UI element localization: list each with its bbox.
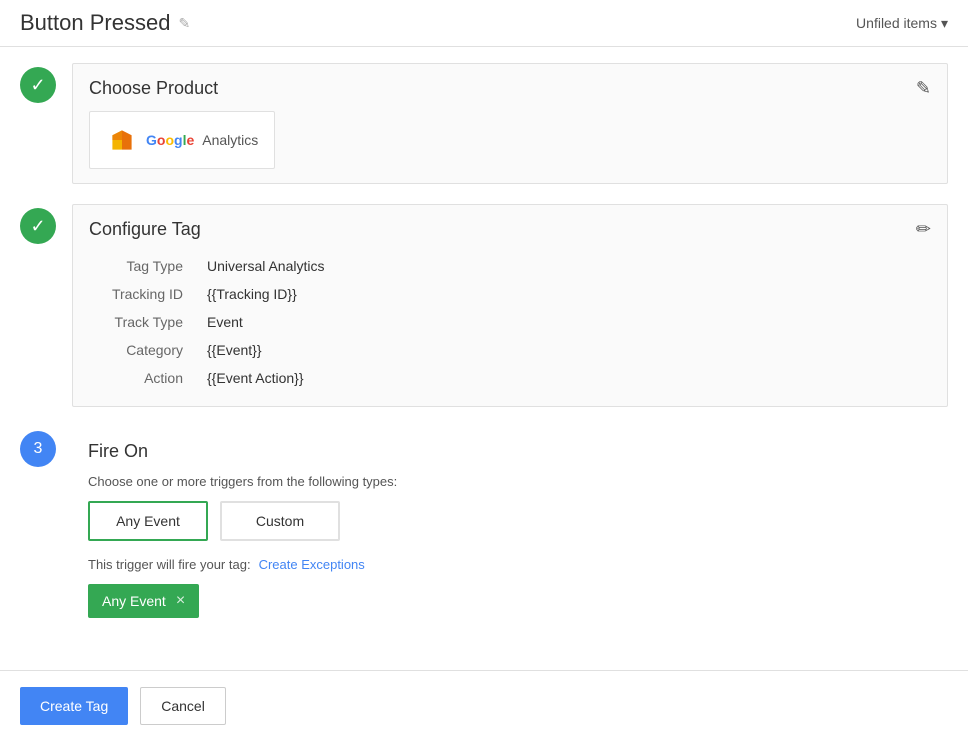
- ga-google-text: Google: [146, 132, 194, 148]
- any-event-trigger-button[interactable]: Any Event: [88, 501, 208, 541]
- footer-bar: Create Tag Cancel: [0, 670, 968, 741]
- cancel-button[interactable]: Cancel: [140, 687, 226, 725]
- unfiled-items-button[interactable]: Unfiled items ▾: [856, 15, 948, 32]
- ga-analytics-text: Analytics: [202, 132, 258, 148]
- field-label-track-type: Track Type: [89, 308, 199, 336]
- page-title: Button Pressed ✎: [20, 10, 190, 36]
- create-tag-button[interactable]: Create Tag: [20, 687, 128, 725]
- table-row: Action {{Event Action}}: [89, 364, 931, 392]
- create-exceptions-link[interactable]: Create Exceptions: [259, 557, 365, 572]
- step3-indicator: 3: [20, 431, 56, 467]
- unfiled-items-label: Unfiled items: [856, 15, 937, 31]
- configure-tag-section: ✓ Configure Tag ✏ Tag Type Universal Ana…: [20, 204, 948, 407]
- choose-product-edit-icon[interactable]: ✎: [916, 78, 931, 99]
- google-analytics-icon: [106, 124, 138, 156]
- step2-indicator: ✓: [20, 208, 56, 244]
- custom-trigger-button[interactable]: Custom: [220, 501, 340, 541]
- configure-tag-edit-icon[interactable]: ✏: [916, 219, 931, 240]
- choose-product-section: ✓ Choose Product ✎: [20, 63, 948, 184]
- field-value-tag-type: Universal Analytics: [199, 252, 931, 280]
- step1-indicator: ✓: [20, 67, 56, 103]
- step3-number: 3: [34, 440, 43, 458]
- table-row: Tracking ID {{Tracking ID}}: [89, 280, 931, 308]
- ga-logo: [106, 124, 138, 156]
- step2-checkmark: ✓: [30, 216, 45, 237]
- selected-trigger-badge: Any Event ×: [88, 584, 199, 618]
- google-analytics-product-box[interactable]: Google Analytics: [89, 111, 275, 169]
- field-value-category: {{Event}}: [199, 336, 931, 364]
- table-row: Track Type Event: [89, 308, 931, 336]
- field-value-tracking-id: {{Tracking ID}}: [199, 280, 931, 308]
- fire-on-section: 3 Fire On Choose one or more triggers fr…: [20, 427, 948, 632]
- field-label-tracking-id: Tracking ID: [89, 280, 199, 308]
- field-value-action: {{Event Action}}: [199, 364, 931, 392]
- choose-product-body: Choose Product ✎: [72, 63, 948, 184]
- config-table: Tag Type Universal Analytics Tracking ID…: [89, 252, 931, 392]
- fire-on-title: Fire On: [88, 441, 932, 462]
- trigger-description: Choose one or more triggers from the fol…: [88, 474, 932, 489]
- trigger-fires-label: This trigger will fire your tag:: [88, 557, 251, 572]
- configure-tag-title: Configure Tag: [89, 219, 201, 240]
- fire-on-body: Fire On Choose one or more triggers from…: [72, 427, 948, 632]
- trigger-buttons-group: Any Event Custom: [88, 501, 932, 541]
- edit-title-icon[interactable]: ✎: [178, 15, 190, 32]
- page-title-text: Button Pressed: [20, 10, 170, 36]
- selected-trigger-label: Any Event: [102, 593, 166, 609]
- field-label-category: Category: [89, 336, 199, 364]
- step1-checkmark: ✓: [30, 75, 45, 96]
- table-row: Tag Type Universal Analytics: [89, 252, 931, 280]
- table-row: Category {{Event}}: [89, 336, 931, 364]
- choose-product-title: Choose Product: [89, 78, 218, 99]
- trigger-fires-row: This trigger will fire your tag: Create …: [88, 557, 932, 572]
- remove-trigger-icon[interactable]: ×: [176, 592, 185, 610]
- field-value-track-type: Event: [199, 308, 931, 336]
- field-label-action: Action: [89, 364, 199, 392]
- unfiled-chevron-icon: ▾: [941, 15, 948, 32]
- configure-tag-body: Configure Tag ✏ Tag Type Universal Analy…: [72, 204, 948, 407]
- field-label-tag-type: Tag Type: [89, 252, 199, 280]
